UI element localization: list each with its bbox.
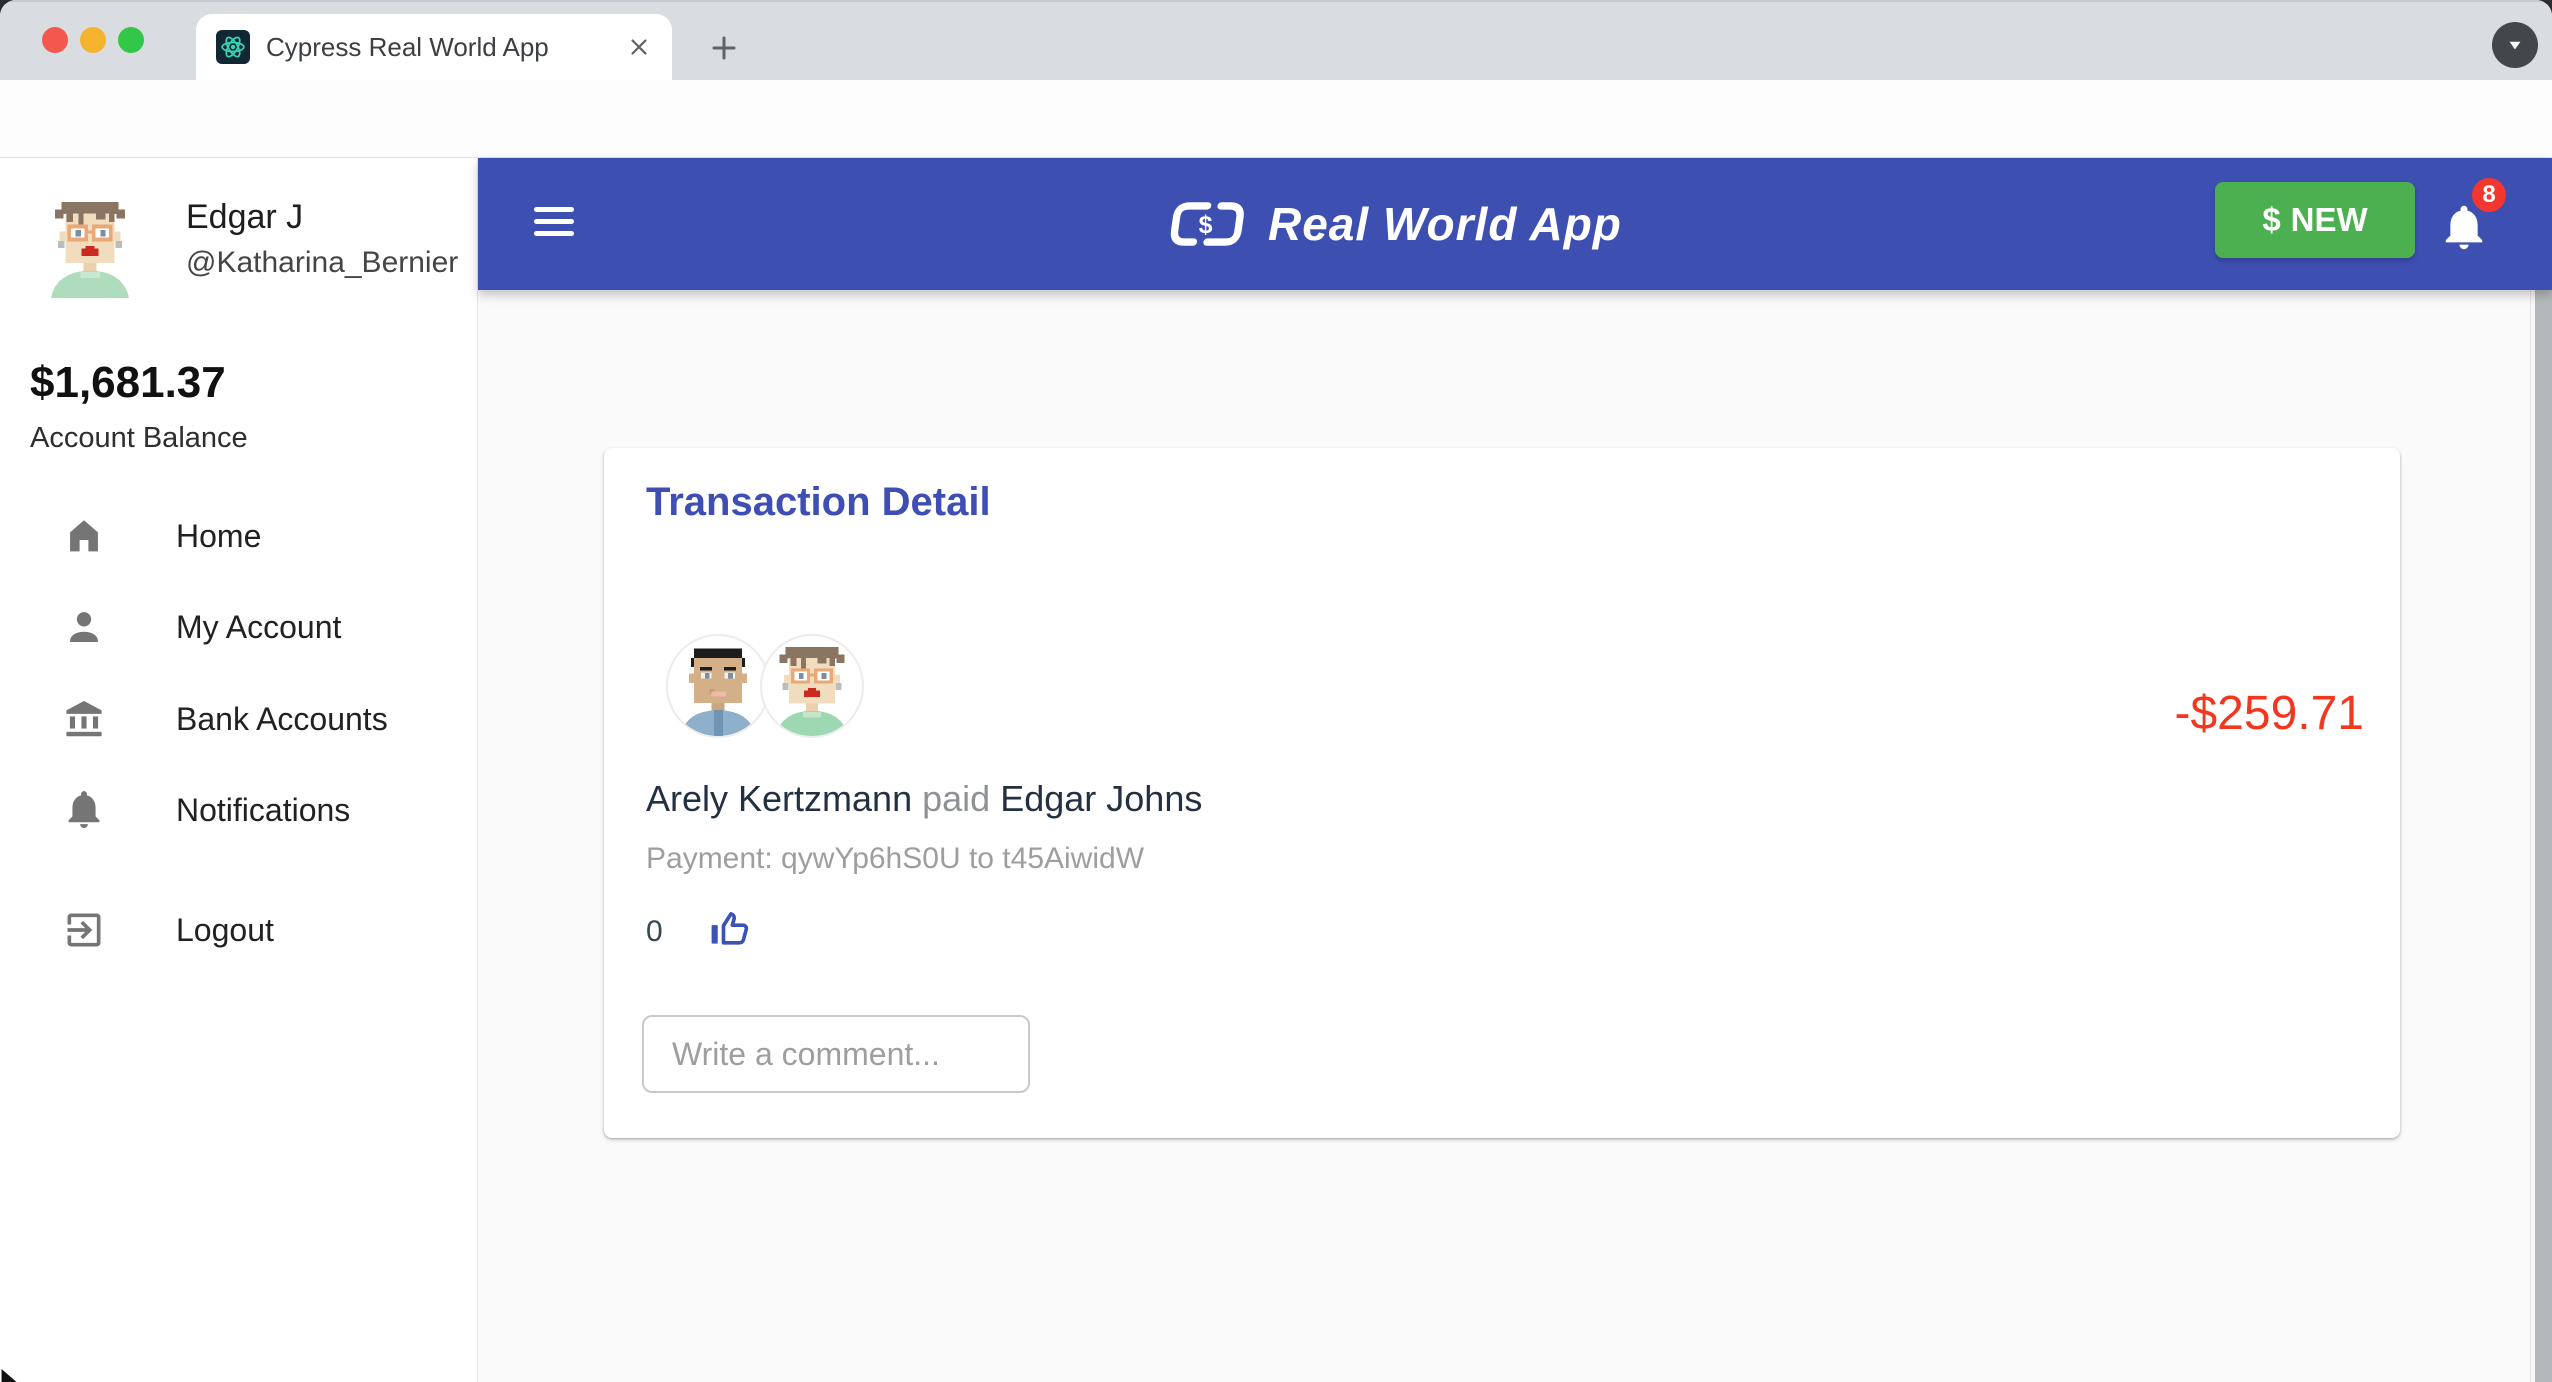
dollar-brackets-logo-icon: $ [1166, 193, 1252, 255]
app-logo-text: Real World App [1268, 197, 1622, 251]
transaction-avatars [666, 634, 864, 738]
user-name: Edgar J [186, 198, 303, 237]
logout-icon [60, 906, 108, 954]
zoom-window-button[interactable] [118, 27, 144, 53]
receiver-name: Edgar Johns [1000, 778, 1202, 819]
bank-icon [60, 695, 108, 743]
sidebar-item-bank-accounts[interactable]: Bank Accounts [0, 687, 478, 751]
like-count: 0 [646, 915, 663, 949]
account-balance-label: Account Balance [30, 422, 248, 455]
thumb-up-button[interactable] [707, 906, 753, 957]
app-navbar: $ Real World App $ NEW 8 [478, 158, 2552, 290]
home-icon [60, 512, 108, 560]
page-scrollbar[interactable] [2530, 290, 2552, 1382]
close-window-button[interactable] [42, 27, 68, 53]
app-logo: $ Real World App [1166, 182, 1622, 266]
thumb-up-icon [707, 906, 753, 952]
sidebar: Edgar J @Katharina_Bernier $1,681.37 Acc… [0, 158, 478, 1382]
cypress-atom-icon [216, 30, 250, 64]
downloads-button[interactable] [2492, 22, 2538, 68]
main-content: Transaction Detail -$259.71 [478, 290, 2552, 1382]
browser-tab[interactable]: Cypress Real World App [196, 14, 672, 80]
comment-input[interactable] [642, 1015, 1030, 1093]
transaction-detail-card: Transaction Detail -$259.71 [604, 448, 2400, 1138]
receiver-avatar [760, 634, 864, 738]
new-transaction-button[interactable]: $ NEW [2215, 182, 2415, 258]
mouse-cursor [0, 1366, 32, 1382]
sidebar-item-label: Notifications [176, 792, 350, 829]
sidebar-item-label: My Account [176, 609, 341, 646]
sender-avatar [666, 634, 770, 738]
sidebar-item-home[interactable]: Home [0, 504, 478, 568]
new-button-label: NEW [2291, 201, 2368, 239]
new-tab-button[interactable] [700, 28, 748, 68]
window-controls [42, 27, 144, 53]
like-row: 0 [646, 906, 753, 957]
bell-icon [60, 786, 108, 834]
notifications-count-badge: 8 [2472, 178, 2506, 212]
sidebar-item-logout[interactable]: Logout [0, 898, 478, 962]
tab-title: Cypress Real World App [266, 32, 622, 63]
dollar-icon: $ [2262, 201, 2280, 239]
sidebar-item-label: Bank Accounts [176, 701, 388, 738]
user-username: @Katharina_Bernier [186, 246, 458, 280]
hamburger-menu-icon[interactable] [530, 200, 578, 248]
minimize-window-button[interactable] [80, 27, 106, 53]
sidebar-item-label: Home [176, 518, 261, 555]
sender-name: Arely Kertzmann [646, 778, 912, 819]
tab-close-icon[interactable] [622, 30, 656, 64]
person-icon [60, 603, 108, 651]
page-title: Transaction Detail [646, 480, 991, 525]
sidebar-item-notifications[interactable]: Notifications [0, 778, 478, 842]
transaction-action: paid [922, 778, 990, 819]
browser-toolbar: localhost:3000/transaction/-7xanIywv9x [0, 80, 2552, 158]
browser-window: Cypress Real World App [0, 0, 2552, 1382]
user-avatar [38, 194, 142, 298]
real-world-app: Edgar J @Katharina_Bernier $1,681.37 Acc… [0, 158, 2552, 1382]
notifications-bell-button[interactable]: 8 [2424, 196, 2514, 266]
account-balance-amount: $1,681.37 [30, 358, 226, 408]
svg-text:$: $ [1199, 211, 1213, 239]
transaction-amount: -$259.71 [2175, 686, 2365, 741]
browser-tab-strip: Cypress Real World App [0, 0, 2552, 80]
transaction-title: Arely Kertzmann paid Edgar Johns [646, 778, 1202, 820]
sidebar-item-my-account[interactable]: My Account [0, 595, 478, 659]
sidebar-item-label: Logout [176, 912, 274, 949]
transaction-description: Payment: qywYp6hS0U to t45AiwidW [646, 842, 1144, 876]
scrollbar-thumb[interactable] [2535, 290, 2552, 1382]
